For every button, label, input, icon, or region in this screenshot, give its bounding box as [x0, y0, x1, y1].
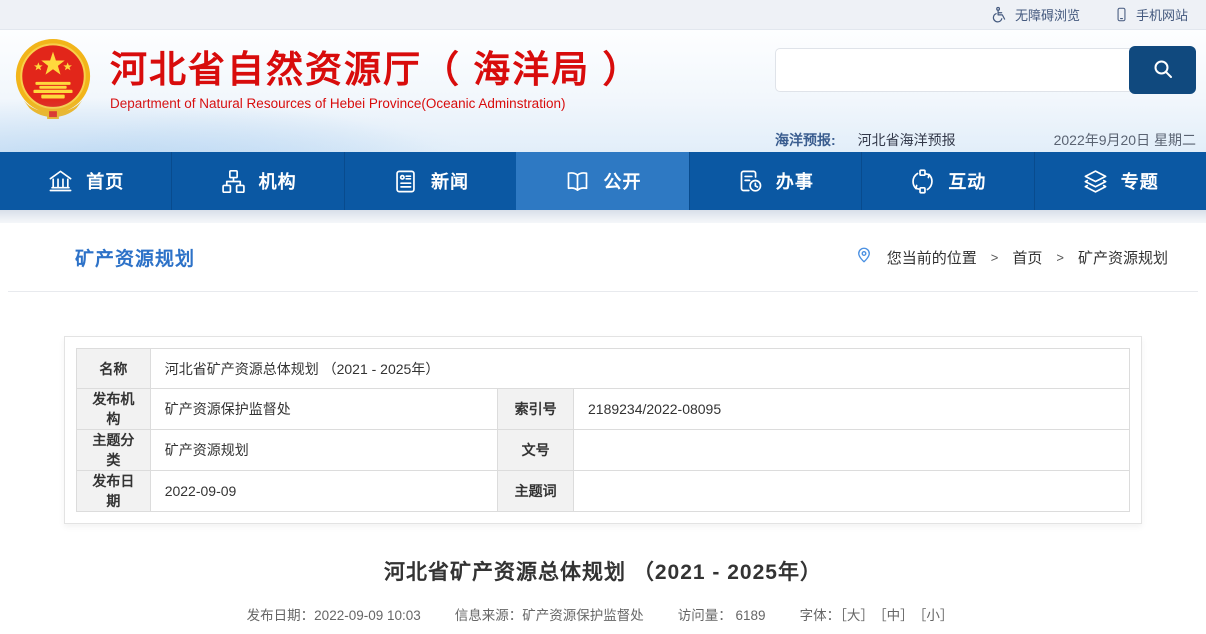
nav-item-news[interactable]: 新闻 — [344, 152, 516, 210]
forecast-label: 海洋预报: — [775, 130, 836, 150]
nav-label: 新闻 — [431, 168, 469, 194]
breadcrumb-separator: > — [991, 250, 999, 265]
org-value: 矿产资源保护监督处 — [150, 389, 497, 430]
font-size-small-button[interactable]: ［小］ — [920, 608, 954, 623]
nav-label: 公开 — [603, 168, 641, 194]
nav-item-home[interactable]: 首页 — [0, 152, 171, 210]
open-book-icon — [564, 168, 591, 195]
accessibility-label: 无障碍浏览 — [1015, 5, 1080, 24]
breadcrumb-separator: > — [1056, 250, 1064, 265]
table-row: 名称 河北省矿产资源总体规划 （2021 - 2025年） — [77, 349, 1130, 389]
nav-label: 首页 — [86, 168, 124, 194]
brand-text: 河北省自然资源厅（ 海洋局 ） Department of Natural Re… — [110, 47, 642, 110]
site-brand[interactable]: 河北省自然资源厅（ 海洋局 ） Department of Natural Re… — [12, 36, 642, 122]
info-source-label: 信息来源： — [455, 608, 523, 623]
nav-item-services[interactable]: 办事 — [689, 152, 861, 210]
page-content-card: 矿产资源规划 您当前的位置 > 首页 > 矿产资源规划 名称 河北省矿产资源总体… — [8, 223, 1198, 634]
breadcrumb-bar: 矿产资源规划 您当前的位置 > 首页 > 矿产资源规划 — [8, 223, 1198, 292]
category-label: 主题分类 — [77, 430, 151, 471]
pubdate-value: 2022-09-09 — [150, 471, 497, 512]
keyword-label: 主题词 — [498, 471, 574, 512]
category-value: 矿产资源规划 — [150, 430, 497, 471]
org-chart-icon — [220, 168, 247, 195]
news-doc-icon — [392, 168, 419, 195]
search-bar — [775, 48, 1196, 92]
location-label: 您当前的位置 — [887, 247, 977, 268]
home-bank-icon — [47, 168, 74, 195]
search-button[interactable] — [1129, 46, 1196, 94]
national-emblem-logo — [12, 36, 94, 122]
docnum-label: 文号 — [498, 430, 574, 471]
table-row: 发布日期 2022-09-09 主题词 — [77, 471, 1130, 512]
font-size-medium-button[interactable]: ［中］ — [880, 608, 914, 623]
publish-date-label: 发布日期： — [247, 608, 315, 623]
breadcrumb-home-link[interactable]: 首页 — [1012, 247, 1042, 268]
publish-date: 发布日期：2022-09-09 10:03 — [247, 604, 421, 624]
site-subtitle: Department of Natural Resources of Hebei… — [110, 96, 642, 111]
article-title: 河北省矿产资源总体规划 （2021 - 2025年） — [8, 556, 1198, 586]
page-title: 矿产资源规划 — [75, 244, 195, 271]
docnum-value — [574, 430, 1130, 471]
layers-icon — [1082, 168, 1109, 195]
wheelchair-icon — [991, 6, 1008, 23]
nav-label: 专题 — [1121, 168, 1159, 194]
pubdate-label: 发布日期 — [77, 471, 151, 512]
table-row: 主题分类 矿产资源规划 文号 — [77, 430, 1130, 471]
current-date: 2022年9月20日 星期二 — [1054, 130, 1196, 150]
phone-icon — [1114, 6, 1129, 23]
forecast-link[interactable]: 河北省海洋预报 — [858, 130, 956, 150]
mobile-site-label: 手机网站 — [1136, 5, 1188, 24]
site-header: 河北省自然资源厅（ 海洋局 ） Department of Natural Re… — [0, 30, 1206, 152]
table-row: 发布机构 矿产资源保护监督处 索引号 2189234/2022-08095 — [77, 389, 1130, 430]
header-shadow-strip — [0, 210, 1206, 223]
article-meta-row: 发布日期：2022-09-09 10:03 信息来源：矿产资源保护监督处 访问量… — [8, 604, 1198, 624]
breadcrumb: 您当前的位置 > 首页 > 矿产资源规划 — [855, 246, 1168, 268]
accessibility-link[interactable]: 无障碍浏览 — [991, 5, 1080, 24]
index-value: 2189234/2022-08095 — [574, 389, 1130, 430]
nav-label: 机构 — [259, 168, 297, 194]
font-size-controls: 字体：［大］ ［中］ ［小］ — [800, 604, 960, 624]
nav-item-public-disclosure[interactable]: 公开 — [516, 152, 688, 210]
nav-item-organization[interactable]: 机构 — [171, 152, 343, 210]
breadcrumb-current[interactable]: 矿产资源规划 — [1078, 247, 1168, 268]
forecast-row: 海洋预报: 河北省海洋预报 2022年9月20日 星期二 — [775, 130, 1196, 150]
main-nav: 首页 机构 新闻 公开 — [0, 152, 1206, 210]
mobile-site-link[interactable]: 手机网站 — [1114, 5, 1188, 24]
document-info-table: 名称 河北省矿产资源总体规划 （2021 - 2025年） 发布机构 矿产资源保… — [64, 336, 1142, 524]
publish-date-value: 2022-09-09 10:03 — [314, 608, 421, 623]
exchange-arrows-icon — [909, 168, 936, 195]
view-count-label: 访问量： — [678, 608, 732, 623]
org-label: 发布机构 — [77, 389, 151, 430]
name-label: 名称 — [77, 349, 151, 389]
location-pin-icon — [855, 246, 873, 268]
info-source: 信息来源：矿产资源保护监督处 — [455, 604, 644, 624]
nav-label: 互动 — [948, 168, 986, 194]
view-count-value: 6189 — [736, 608, 766, 623]
nav-item-interaction[interactable]: 互动 — [861, 152, 1033, 210]
keyword-value — [574, 471, 1130, 512]
view-count: 访问量： 6189 — [678, 604, 766, 624]
site-title: 河北省自然资源厅（ 海洋局 ） — [110, 47, 642, 93]
index-label: 索引号 — [498, 389, 574, 430]
font-size-label: 字体： — [800, 608, 841, 623]
info-source-value: 矿产资源保护监督处 — [522, 608, 644, 623]
search-icon — [1151, 57, 1175, 84]
name-value: 河北省矿产资源总体规划 （2021 - 2025年） — [150, 349, 1129, 389]
nav-label: 办事 — [776, 168, 814, 194]
nav-item-special-topics[interactable]: 专题 — [1034, 152, 1206, 210]
top-utility-bar: 无障碍浏览 手机网站 — [0, 0, 1206, 30]
font-size-large-button[interactable]: ［大］ — [840, 608, 874, 623]
doc-clock-icon — [737, 168, 764, 195]
